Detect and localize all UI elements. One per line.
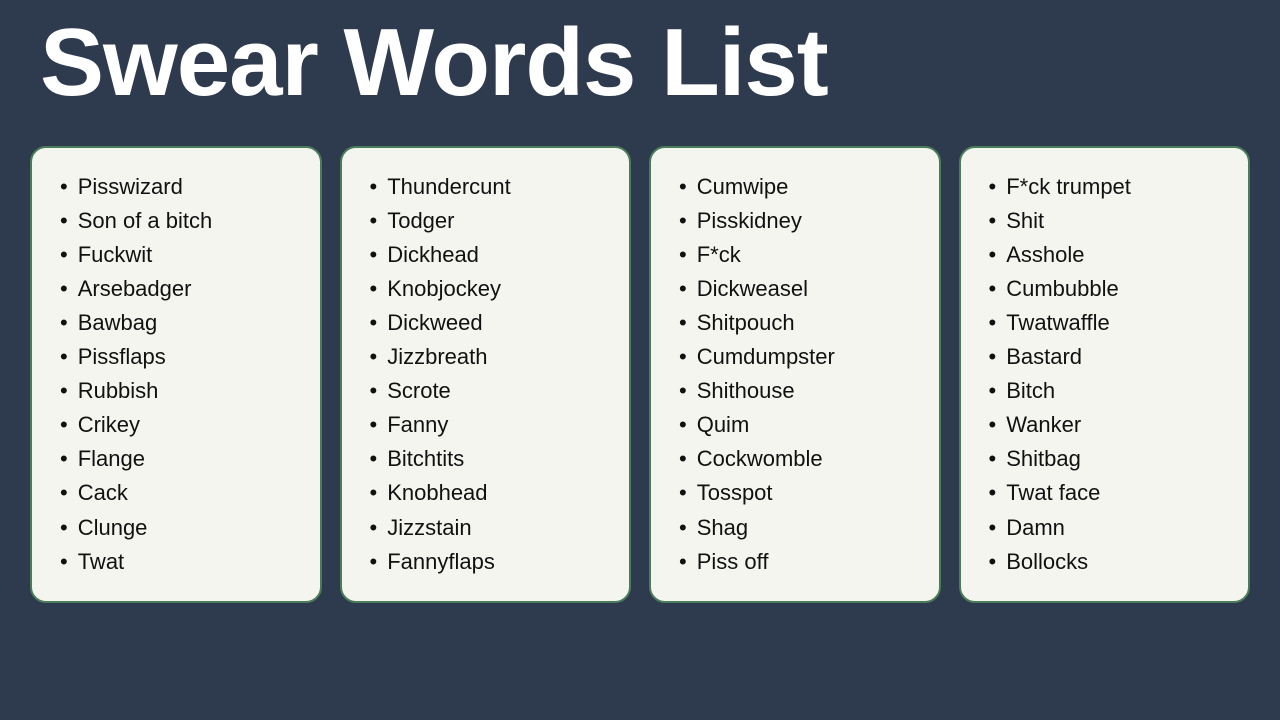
word-list-2: ThundercuntTodgerDickheadKnobjockeyDickw… — [370, 170, 612, 579]
columns-container: PisswizardSon of a bitchFuckwitArsebadge… — [0, 136, 1280, 623]
list-item: Thundercunt — [370, 170, 612, 204]
word-column-4: F*ck trumpetShitAssholeCumbubbleTwatwaff… — [959, 146, 1251, 603]
list-item: Bastard — [989, 340, 1231, 374]
list-item: Scrote — [370, 374, 612, 408]
list-item: Pisswizard — [60, 170, 302, 204]
list-item: Clunge — [60, 511, 302, 545]
list-item: Piss off — [679, 545, 921, 579]
list-item: Shitpouch — [679, 306, 921, 340]
list-item: Rubbish — [60, 374, 302, 408]
list-item: Todger — [370, 204, 612, 238]
word-list-4: F*ck trumpetShitAssholeCumbubbleTwatwaff… — [989, 170, 1231, 579]
list-item: Damn — [989, 511, 1231, 545]
list-item: Dickweed — [370, 306, 612, 340]
word-column-2: ThundercuntTodgerDickheadKnobjockeyDickw… — [340, 146, 632, 603]
list-item: Bitch — [989, 374, 1231, 408]
list-item: Fanny — [370, 408, 612, 442]
list-item: Cumdumpster — [679, 340, 921, 374]
list-item: Pissflaps — [60, 340, 302, 374]
page-title: Swear Words List — [0, 0, 1280, 136]
list-item: Shag — [679, 511, 921, 545]
list-item: Jizzstain — [370, 511, 612, 545]
list-item: Cumbubble — [989, 272, 1231, 306]
list-item: Knobhead — [370, 476, 612, 510]
list-item: F*ck — [679, 238, 921, 272]
list-item: Bitchtits — [370, 442, 612, 476]
list-item: Jizzbreath — [370, 340, 612, 374]
word-column-1: PisswizardSon of a bitchFuckwitArsebadge… — [30, 146, 322, 603]
list-item: Asshole — [989, 238, 1231, 272]
list-item: Twat face — [989, 476, 1231, 510]
list-item: Tosspot — [679, 476, 921, 510]
list-item: Cack — [60, 476, 302, 510]
list-item: Bollocks — [989, 545, 1231, 579]
list-item: Quim — [679, 408, 921, 442]
list-item: Flange — [60, 442, 302, 476]
list-item: Dickhead — [370, 238, 612, 272]
list-item: Twat — [60, 545, 302, 579]
list-item: Twatwaffle — [989, 306, 1231, 340]
word-list-1: PisswizardSon of a bitchFuckwitArsebadge… — [60, 170, 302, 579]
list-item: Shit — [989, 204, 1231, 238]
word-column-3: CumwipePisskidneyF*ckDickweaselShitpouch… — [649, 146, 941, 603]
list-item: Cumwipe — [679, 170, 921, 204]
list-item: Dickweasel — [679, 272, 921, 306]
list-item: Knobjockey — [370, 272, 612, 306]
list-item: Shithouse — [679, 374, 921, 408]
word-list-3: CumwipePisskidneyF*ckDickweaselShitpouch… — [679, 170, 921, 579]
list-item: Bawbag — [60, 306, 302, 340]
list-item: Fuckwit — [60, 238, 302, 272]
list-item: Fannyflaps — [370, 545, 612, 579]
list-item: Son of a bitch — [60, 204, 302, 238]
list-item: Arsebadger — [60, 272, 302, 306]
list-item: Shitbag — [989, 442, 1231, 476]
list-item: F*ck trumpet — [989, 170, 1231, 204]
list-item: Cockwomble — [679, 442, 921, 476]
list-item: Wanker — [989, 408, 1231, 442]
list-item: Crikey — [60, 408, 302, 442]
list-item: Pisskidney — [679, 204, 921, 238]
